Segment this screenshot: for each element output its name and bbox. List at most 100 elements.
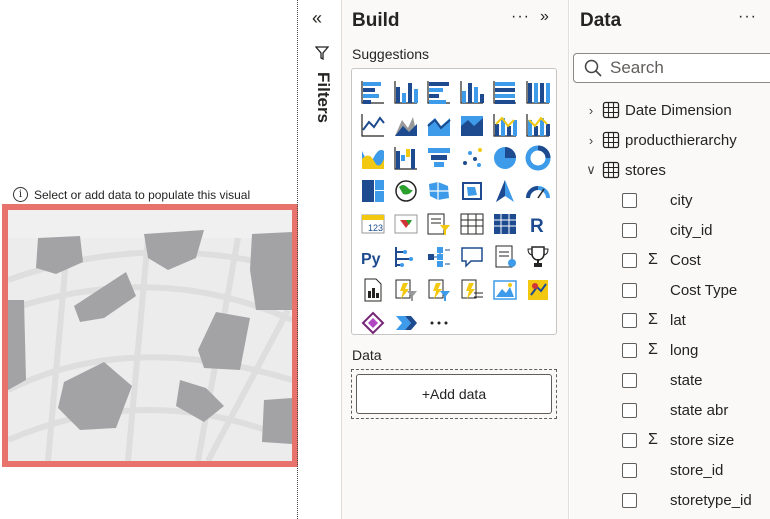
ribbon-chart-icon[interactable]: [356, 141, 389, 174]
pie-chart-icon[interactable]: [488, 141, 521, 174]
power-automate-2-icon[interactable]: [455, 273, 488, 306]
funnel-icon: [314, 46, 330, 65]
field-row[interactable]: Σstore size: [622, 425, 734, 455]
waterfall-chart-icon[interactable]: [389, 141, 422, 174]
line-and-clustered-column-chart-icon[interactable]: [521, 108, 554, 141]
data-pane: Data ··· Search › Date Dimension › producth…: [570, 0, 770, 519]
filters-label[interactable]: Filters: [313, 72, 333, 123]
donut-chart-icon[interactable]: [521, 141, 554, 174]
add-data-button[interactable]: +Add data: [356, 374, 552, 414]
field-checkbox[interactable]: [622, 192, 637, 208]
metrics-icon[interactable]: [521, 240, 554, 273]
100-stacked-column-chart-icon[interactable]: [521, 75, 554, 108]
r-visual-icon[interactable]: R: [521, 207, 554, 240]
field-checkbox[interactable]: [622, 252, 637, 268]
map-icon[interactable]: [389, 174, 422, 207]
field-row[interactable]: Σlong: [622, 335, 698, 365]
power-apps-icon[interactable]: [389, 273, 422, 306]
python-visual-icon[interactable]: Py: [356, 240, 389, 273]
map-visual-placeholder[interactable]: [2, 204, 298, 467]
table-node[interactable]: › Date Dimension: [584, 95, 732, 125]
azure-map-icon[interactable]: [488, 174, 521, 207]
field-checkbox[interactable]: [622, 432, 637, 448]
field-checkbox[interactable]: [622, 372, 637, 388]
stacked-bar-chart-icon[interactable]: [356, 75, 389, 108]
paginated-report-icon[interactable]: [356, 273, 389, 306]
field-row[interactable]: city: [622, 185, 693, 215]
more-visuals-icon[interactable]: [422, 306, 455, 339]
more-options-icon[interactable]: ···: [738, 8, 757, 26]
table-icon[interactable]: [455, 207, 488, 240]
field-row[interactable]: Cost Type: [622, 275, 737, 305]
line-chart-icon[interactable]: [356, 108, 389, 141]
table-icon: [598, 131, 625, 149]
q-and-a-icon[interactable]: [455, 240, 488, 273]
filled-map-icon[interactable]: [422, 174, 455, 207]
stacked-column-chart-icon[interactable]: [389, 75, 422, 108]
arcgis-map-icon[interactable]: [488, 273, 521, 306]
field-checkbox[interactable]: [622, 342, 637, 358]
field-row[interactable]: Σlat: [622, 305, 686, 335]
100-stacked-bar-chart-icon[interactable]: [488, 75, 521, 108]
slicer-icon[interactable]: [422, 207, 455, 240]
smart-narrative-icon[interactable]: [488, 240, 521, 273]
chevron-down-icon[interactable]: ∨: [584, 162, 598, 178]
key-influencers-icon[interactable]: [389, 240, 422, 273]
field-row[interactable]: state abr: [622, 395, 728, 425]
field-name: lat: [670, 311, 686, 329]
card-icon[interactable]: 123: [356, 207, 389, 240]
data-title: Data: [580, 10, 622, 31]
power-automate-3-icon[interactable]: [389, 306, 422, 339]
field-row[interactable]: storetype_id: [622, 485, 752, 515]
stacked-area-chart-icon[interactable]: [422, 108, 455, 141]
field-name: Cost Type: [670, 281, 738, 299]
build-pane: Build ··· » Suggestions 123 R Py Data +Add…: [342, 0, 569, 519]
data-section-label: Data: [352, 347, 382, 363]
area-chart-icon[interactable]: [389, 108, 422, 141]
gauge-icon[interactable]: [521, 174, 554, 207]
field-row[interactable]: city_id: [622, 215, 713, 245]
decomposition-tree-icon[interactable]: [422, 240, 455, 273]
field-checkbox[interactable]: [622, 312, 637, 328]
add-data-well: +Add data: [351, 369, 557, 419]
line-and-stacked-column-chart-icon[interactable]: [488, 108, 521, 141]
clustered-bar-chart-icon[interactable]: [422, 75, 455, 108]
search-input[interactable]: Search: [573, 53, 770, 83]
azure-maps-2-icon[interactable]: [521, 273, 554, 306]
field-name: long: [670, 341, 699, 359]
matrix-icon[interactable]: [488, 207, 521, 240]
info-icon: i: [13, 187, 28, 202]
field-row[interactable]: store_id: [622, 455, 723, 485]
filters-pane-collapsed[interactable]: « Filters: [300, 0, 342, 519]
100-stacked-area-chart-icon[interactable]: [455, 108, 488, 141]
field-name: state abr: [670, 401, 729, 419]
field-row[interactable]: state: [622, 365, 703, 395]
chevron-right-icon[interactable]: ›: [584, 103, 598, 118]
table-node[interactable]: ∨ stores: [584, 155, 666, 185]
sigma-icon: Σ: [648, 311, 658, 328]
field-row[interactable]: Σ Cost: [622, 245, 701, 275]
shape-map-icon[interactable]: [455, 174, 488, 207]
search-icon: [584, 59, 602, 77]
scatter-chart-icon[interactable]: [455, 141, 488, 174]
field-checkbox[interactable]: [622, 402, 637, 418]
power-automate-icon[interactable]: [422, 273, 455, 306]
power-apps-2-icon[interactable]: [356, 306, 389, 339]
field-checkbox[interactable]: [622, 282, 637, 298]
kpi-icon[interactable]: [389, 207, 422, 240]
double-chevron-right-icon[interactable]: »: [540, 8, 549, 26]
field-checkbox[interactable]: [622, 462, 637, 478]
search-placeholder: Search: [610, 58, 664, 77]
double-chevron-left-icon[interactable]: «: [312, 8, 322, 29]
sigma-icon: Σ: [648, 341, 658, 358]
sigma-icon: Σ: [648, 431, 658, 448]
treemap-icon[interactable]: [356, 174, 389, 207]
funnel-chart-icon[interactable]: [422, 141, 455, 174]
field-checkbox[interactable]: [622, 492, 637, 508]
more-options-icon[interactable]: ···: [511, 8, 530, 26]
chevron-right-icon[interactable]: ›: [584, 133, 598, 148]
table-node[interactable]: › producthierarchy: [584, 125, 737, 155]
clustered-column-chart-icon[interactable]: [455, 75, 488, 108]
svg-text:R: R: [530, 216, 544, 237]
field-checkbox[interactable]: [622, 222, 637, 238]
